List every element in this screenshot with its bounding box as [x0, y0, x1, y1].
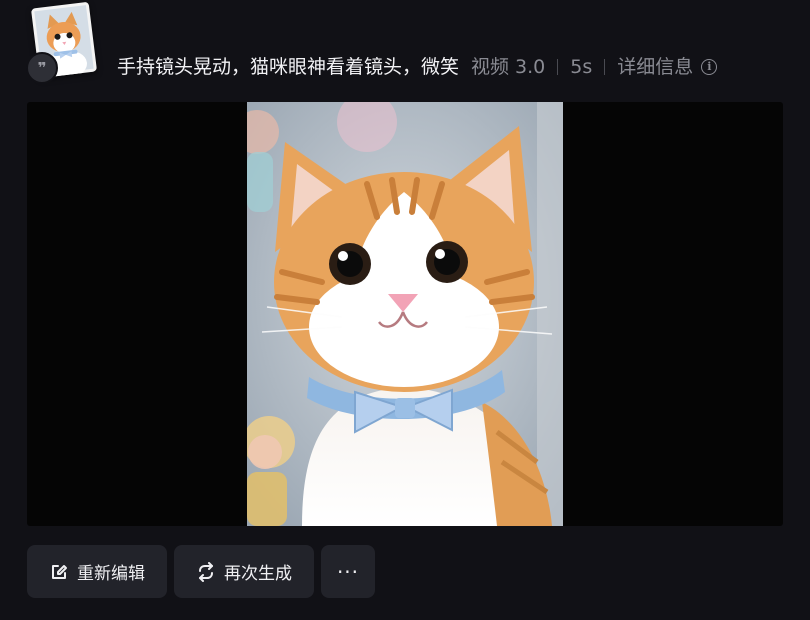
re-edit-button[interactable]: 重新编辑 [27, 545, 167, 598]
quote-icon: ❞ [26, 52, 58, 84]
prompt-header: 手持镜头晃动，猫咪眼神看着镜头，微笑 视频 3.0 5s 详细信息 i [117, 53, 718, 81]
action-bar: 重新编辑 再次生成 ··· [27, 545, 375, 598]
info-icon[interactable]: i [701, 59, 718, 75]
more-icon: ··· [336, 559, 360, 584]
video-duration: 5s [570, 56, 593, 78]
prompt-text: 手持镜头晃动，猫咪眼神看着镜头，微笑 [117, 56, 460, 78]
model-version: 视频 3.0 [471, 56, 546, 78]
divider [604, 59, 606, 75]
regenerate-label: 再次生成 [224, 564, 292, 584]
video-frame[interactable] [247, 102, 563, 526]
re-edit-label: 重新编辑 [77, 564, 145, 584]
details-link[interactable]: 详细信息 [617, 53, 693, 81]
more-options-button[interactable]: ··· [321, 545, 375, 598]
video-result-card: ❞ 手持镜头晃动，猫咪眼神看着镜头，微笑 视频 3.0 5s 详细信息 i 重新… [0, 0, 810, 620]
video-player[interactable] [27, 102, 783, 526]
refresh-icon [196, 561, 216, 582]
regenerate-button[interactable]: 再次生成 [174, 545, 314, 598]
edit-icon [49, 562, 69, 582]
divider [557, 59, 559, 75]
